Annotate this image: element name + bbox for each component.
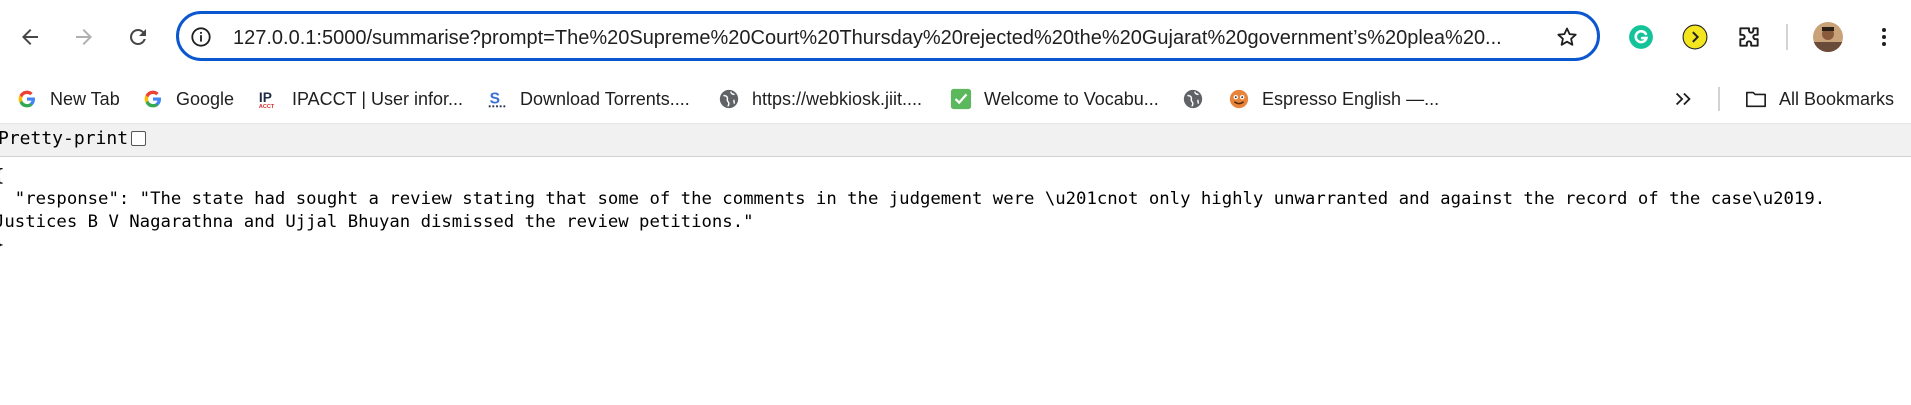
bookmarks-separator — [1718, 87, 1720, 111]
json-open-brace: { — [0, 166, 4, 186]
json-response: { "response": "The state had sought a re… — [0, 165, 1911, 257]
vocab-check-icon — [950, 88, 972, 110]
toolbar-separator — [1786, 24, 1788, 50]
bookmark-globe[interactable] — [1182, 83, 1216, 115]
bookmarks-bar: New Tab Google IP ACCT IPACCT | User info… — [0, 75, 1911, 123]
arrow-left-icon — [22, 29, 38, 45]
bookmark-star-icon[interactable] — [1553, 23, 1581, 51]
bookmark-label: Welcome to Vocabu... — [984, 88, 1159, 109]
arrow-right-icon — [76, 29, 92, 45]
bookmark-label: IPACCT | User infor... — [292, 88, 464, 109]
bookmark-webkiosk[interactable]: https://webkiosk.jiit.... — [718, 83, 922, 115]
back-button[interactable] — [10, 17, 50, 57]
json-response-line-1: "response": "The state had sought a revi… — [0, 189, 1826, 209]
torrent-icon: S — [486, 88, 508, 110]
extensions-puzzle-icon[interactable] — [1732, 20, 1766, 54]
bookmark-vocabulary[interactable]: Welcome to Vocabu... — [950, 83, 1159, 115]
all-bookmarks[interactable]: All Bookmarks — [1745, 83, 1894, 115]
reload-button[interactable] — [118, 17, 158, 57]
bookmark-torrents[interactable]: S Download Torrents.... — [486, 83, 690, 115]
bookmark-ipacct[interactable]: IP ACCT IPACCT | User infor... — [258, 83, 463, 115]
bookmarks-overflow-icon[interactable] — [1672, 83, 1694, 115]
pretty-print-label: Pretty-print — [0, 128, 129, 149]
ipacct-icon: IP ACCT — [258, 88, 280, 110]
google-icon — [142, 88, 164, 110]
bookmark-label: Espresso English —... — [1262, 88, 1440, 109]
bookmark-espresso[interactable]: Espresso English —... — [1228, 83, 1439, 115]
pretty-print-checkbox[interactable] — [131, 131, 146, 146]
profile-avatar[interactable] — [1811, 20, 1845, 54]
folder-icon — [1745, 88, 1767, 110]
forward-button[interactable] — [64, 17, 104, 57]
bookmark-label: Download Torrents.... — [520, 88, 690, 109]
globe-icon — [718, 88, 740, 110]
json-close-brace: } — [0, 235, 4, 255]
yellow-extension-icon[interactable] — [1678, 20, 1712, 54]
espresso-icon — [1228, 88, 1250, 110]
more-menu-icon[interactable] — [1867, 20, 1901, 54]
globe-icon — [1182, 88, 1204, 110]
all-bookmarks-label: All Bookmarks — [1779, 88, 1895, 109]
site-info-icon[interactable] — [187, 23, 215, 51]
bookmark-label: New Tab — [50, 88, 120, 109]
svg-text:IP: IP — [259, 90, 272, 105]
reload-icon — [130, 29, 146, 45]
svg-text:S: S — [490, 91, 500, 108]
bookmark-new-tab[interactable]: New Tab — [16, 83, 120, 115]
bookmark-label: https://webkiosk.jiit.... — [752, 88, 923, 109]
browser-toolbar: 127.0.0.1:5000/summarise?prompt=The%20Su… — [0, 0, 1911, 75]
pretty-print-bar: Pretty-print — [0, 123, 1911, 157]
address-bar[interactable]: 127.0.0.1:5000/summarise?prompt=The%20Su… — [176, 11, 1600, 61]
bookmark-label: Google — [176, 88, 235, 109]
json-response-line-2: Justices B V Nagarathna and Ujjal Bhuyan… — [0, 212, 754, 232]
bookmark-google[interactable]: Google — [142, 83, 234, 115]
url-text: 127.0.0.1:5000/summarise?prompt=The%20Su… — [233, 27, 1502, 49]
grammarly-extension-icon[interactable] — [1624, 20, 1658, 54]
svg-text:ACCT: ACCT — [259, 104, 275, 110]
google-icon — [16, 88, 38, 110]
